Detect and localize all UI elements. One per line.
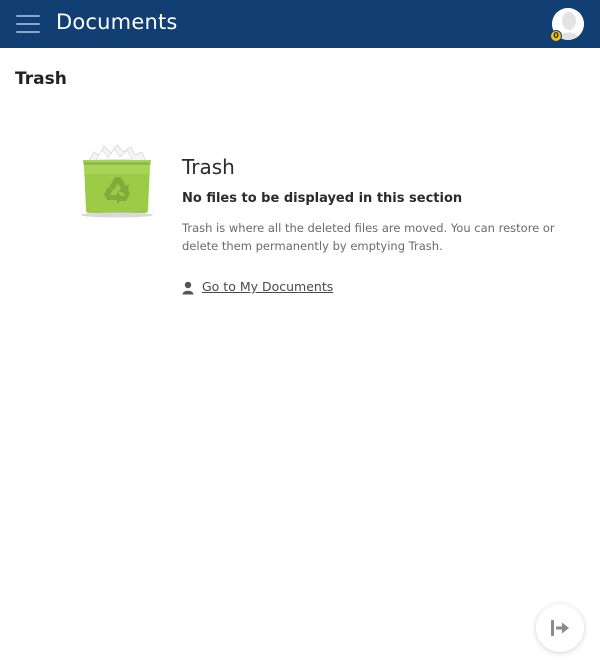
go-to-my-documents-label: Go to My Documents	[202, 279, 334, 294]
empty-state-subtitle: No files to be displayed in this section	[182, 191, 463, 206]
page-title: Trash	[15, 69, 67, 89]
notification-count-badge: 0	[550, 30, 562, 42]
recycle-bin-icon	[74, 140, 158, 220]
go-to-my-documents-link[interactable]: Go to My Documents	[182, 278, 333, 296]
logout-button[interactable]	[536, 604, 584, 652]
app-title: Documents	[56, 10, 178, 34]
user-icon	[182, 280, 194, 295]
logout-arrow-icon	[551, 620, 569, 636]
hamburger-menu-icon[interactable]	[16, 12, 40, 36]
empty-state-title: Trash	[182, 155, 235, 179]
top-app-bar: Documents 0	[0, 0, 600, 48]
empty-state-description: Trash is where all the deleted files are…	[182, 221, 555, 253]
